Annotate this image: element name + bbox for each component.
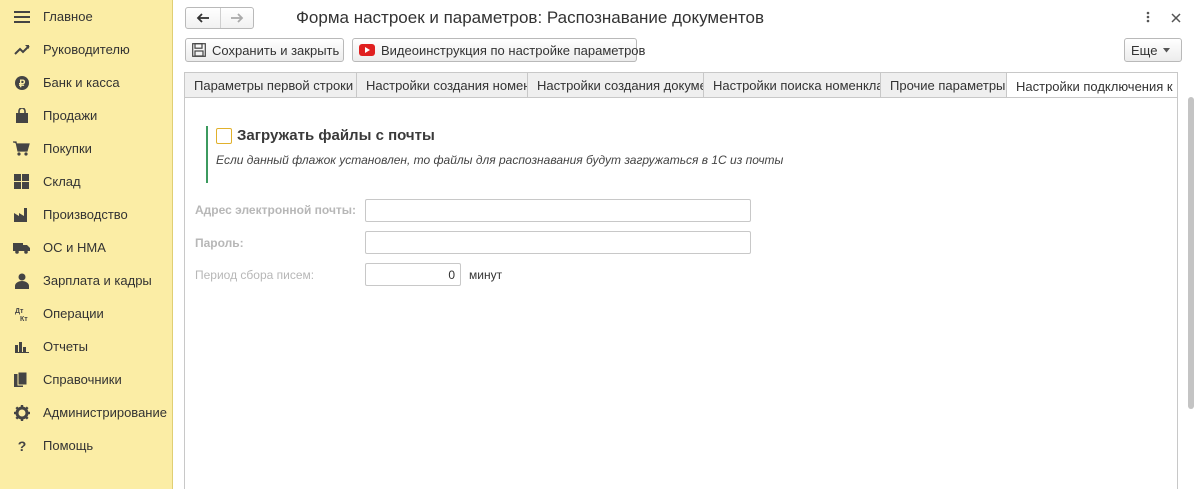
person-icon [0, 273, 43, 289]
forward-button[interactable] [219, 8, 254, 28]
sidebar-item-label: Главное [43, 9, 93, 24]
tab-bar: Параметры первой строки Настройки создан… [184, 72, 1178, 99]
floppy-disk-icon [192, 43, 206, 57]
password-label: Пароль: [195, 236, 244, 250]
tab-label: Настройки поиска номенклатуры [713, 78, 880, 93]
cart-icon [0, 141, 43, 156]
video-instruction-button[interactable]: Видеоинструкция по настройке параметров [352, 38, 645, 62]
tab-item-creation-settings[interactable]: Настройки создания номенклатуры [356, 72, 528, 98]
books-icon [0, 371, 43, 388]
page-title: Форма настроек и параметров: Распознаван… [296, 8, 765, 27]
tab-first-row-params[interactable]: Параметры первой строки [184, 72, 357, 98]
sidebar-item-references[interactable]: Справочники [0, 363, 172, 396]
more-label: Еще [1131, 42, 1158, 58]
svg-text:₽: ₽ [18, 79, 25, 90]
arrow-right-icon [230, 11, 244, 26]
sidebar: Главное Руководителю ₽ Банк и касса Прод… [0, 0, 173, 489]
period-label: Период сбора писем: [195, 268, 315, 282]
tab-mail-connection-settings[interactable]: Настройки подключения к почте [1006, 72, 1178, 99]
kebab-icon [1146, 11, 1150, 26]
grid-icon [0, 174, 43, 189]
close-icon [1171, 11, 1181, 26]
sidebar-item-manager[interactable]: Руководителю [0, 33, 172, 66]
hamburger-icon [0, 10, 43, 24]
load-from-mail-checkbox[interactable] [216, 128, 232, 144]
sidebar-item-warehouse[interactable]: Склад [0, 165, 172, 198]
video-instruction-label: Видеоинструкция по настройке параметров [381, 42, 646, 58]
period-field[interactable] [365, 263, 461, 286]
scrollbar-thumb[interactable] [1188, 97, 1194, 409]
scrollbar[interactable] [1186, 97, 1196, 489]
close-button[interactable] [1166, 8, 1186, 28]
sidebar-item-label: Склад [43, 174, 81, 189]
sidebar-item-salary[interactable]: Зарплата и кадры [0, 264, 172, 297]
password-field[interactable] [365, 231, 751, 254]
debit-credit-icon: Дт Кт [0, 306, 43, 322]
sidebar-item-reports[interactable]: Отчеты [0, 330, 172, 363]
sidebar-item-label: Банк и касса [43, 75, 120, 90]
sidebar-item-label: ОС и НМА [43, 240, 106, 255]
tab-panel: Загружать файлы с почты Если данный флаж… [184, 97, 1178, 489]
arrow-left-icon [196, 11, 210, 26]
tab-label: Параметры первой строки [194, 78, 354, 93]
svg-text:Кт: Кт [20, 316, 28, 322]
trend-icon [0, 43, 43, 57]
tab-label: Настройки подключения к почте [1016, 78, 1177, 94]
svg-text:Дт: Дт [15, 308, 24, 315]
sidebar-item-bank[interactable]: ₽ Банк и касса [0, 66, 172, 99]
tab-item-search-settings[interactable]: Настройки поиска номенклатуры [703, 72, 881, 98]
sidebar-item-help[interactable]: ? Помощь [0, 429, 172, 462]
more-dropdown-button[interactable]: Еще [1124, 38, 1182, 62]
factory-icon [0, 207, 43, 222]
sidebar-item-label: Руководителю [43, 42, 130, 57]
sidebar-item-label: Продажи [43, 108, 98, 123]
sidebar-item-label: Зарплата и кадры [43, 273, 152, 288]
sidebar-item-purchases[interactable]: Покупки [0, 132, 172, 165]
tab-document-creation-settings[interactable]: Настройки создания документов [527, 72, 704, 98]
email-field[interactable] [365, 199, 751, 222]
load-from-mail-hint: Если данный флажок установлен, то файлы … [216, 153, 784, 167]
sidebar-item-label: Справочники [43, 372, 122, 387]
save-and-close-label: Сохранить и закрыть [212, 42, 340, 58]
question-icon: ? [0, 438, 43, 453]
sidebar-item-operations[interactable]: Дт Кт Операции [0, 297, 172, 330]
gear-icon [0, 404, 43, 421]
bag-icon [0, 107, 43, 124]
main-area: Форма настроек и параметров: Распознаван… [174, 0, 1200, 489]
history-nav [185, 7, 254, 29]
tab-label: Настройки создания документов [537, 78, 703, 93]
sidebar-item-label: Администрирование [43, 405, 167, 420]
save-and-close-button[interactable]: Сохранить и закрыть [185, 38, 344, 62]
sidebar-item-sales[interactable]: Продажи [0, 99, 172, 132]
sidebar-item-label: Производство [43, 207, 128, 222]
sidebar-item-production[interactable]: Производство [0, 198, 172, 231]
back-button[interactable] [186, 8, 220, 28]
sidebar-item-main[interactable]: Главное [0, 0, 172, 33]
sidebar-item-label: Помощь [43, 438, 94, 453]
coin-icon: ₽ [0, 75, 43, 91]
tab-label: Настройки создания номенклатуры [366, 78, 527, 93]
email-label: Адрес электронной почты: [195, 203, 357, 217]
sidebar-item-label: Операции [43, 306, 104, 321]
sidebar-item-admin[interactable]: Администрирование [0, 396, 172, 429]
sidebar-item-label: Отчеты [43, 339, 88, 354]
bar-chart-icon [0, 340, 43, 353]
load-from-mail-label[interactable]: Загружать файлы с почты [237, 127, 435, 144]
more-menu-button[interactable] [1138, 8, 1158, 28]
tab-label: Прочие параметры [890, 78, 1006, 93]
period-unit: минут [469, 268, 503, 282]
mail-load-group: Загружать файлы с почты Если данный флаж… [206, 126, 826, 183]
truck-icon [0, 241, 43, 254]
svg-text:?: ? [17, 438, 26, 453]
sidebar-item-assets[interactable]: ОС и НМА [0, 231, 172, 264]
tab-other-params[interactable]: Прочие параметры [880, 72, 1007, 98]
youtube-icon [359, 44, 375, 56]
sidebar-item-label: Покупки [43, 141, 92, 156]
caret-down-icon [1163, 47, 1171, 53]
